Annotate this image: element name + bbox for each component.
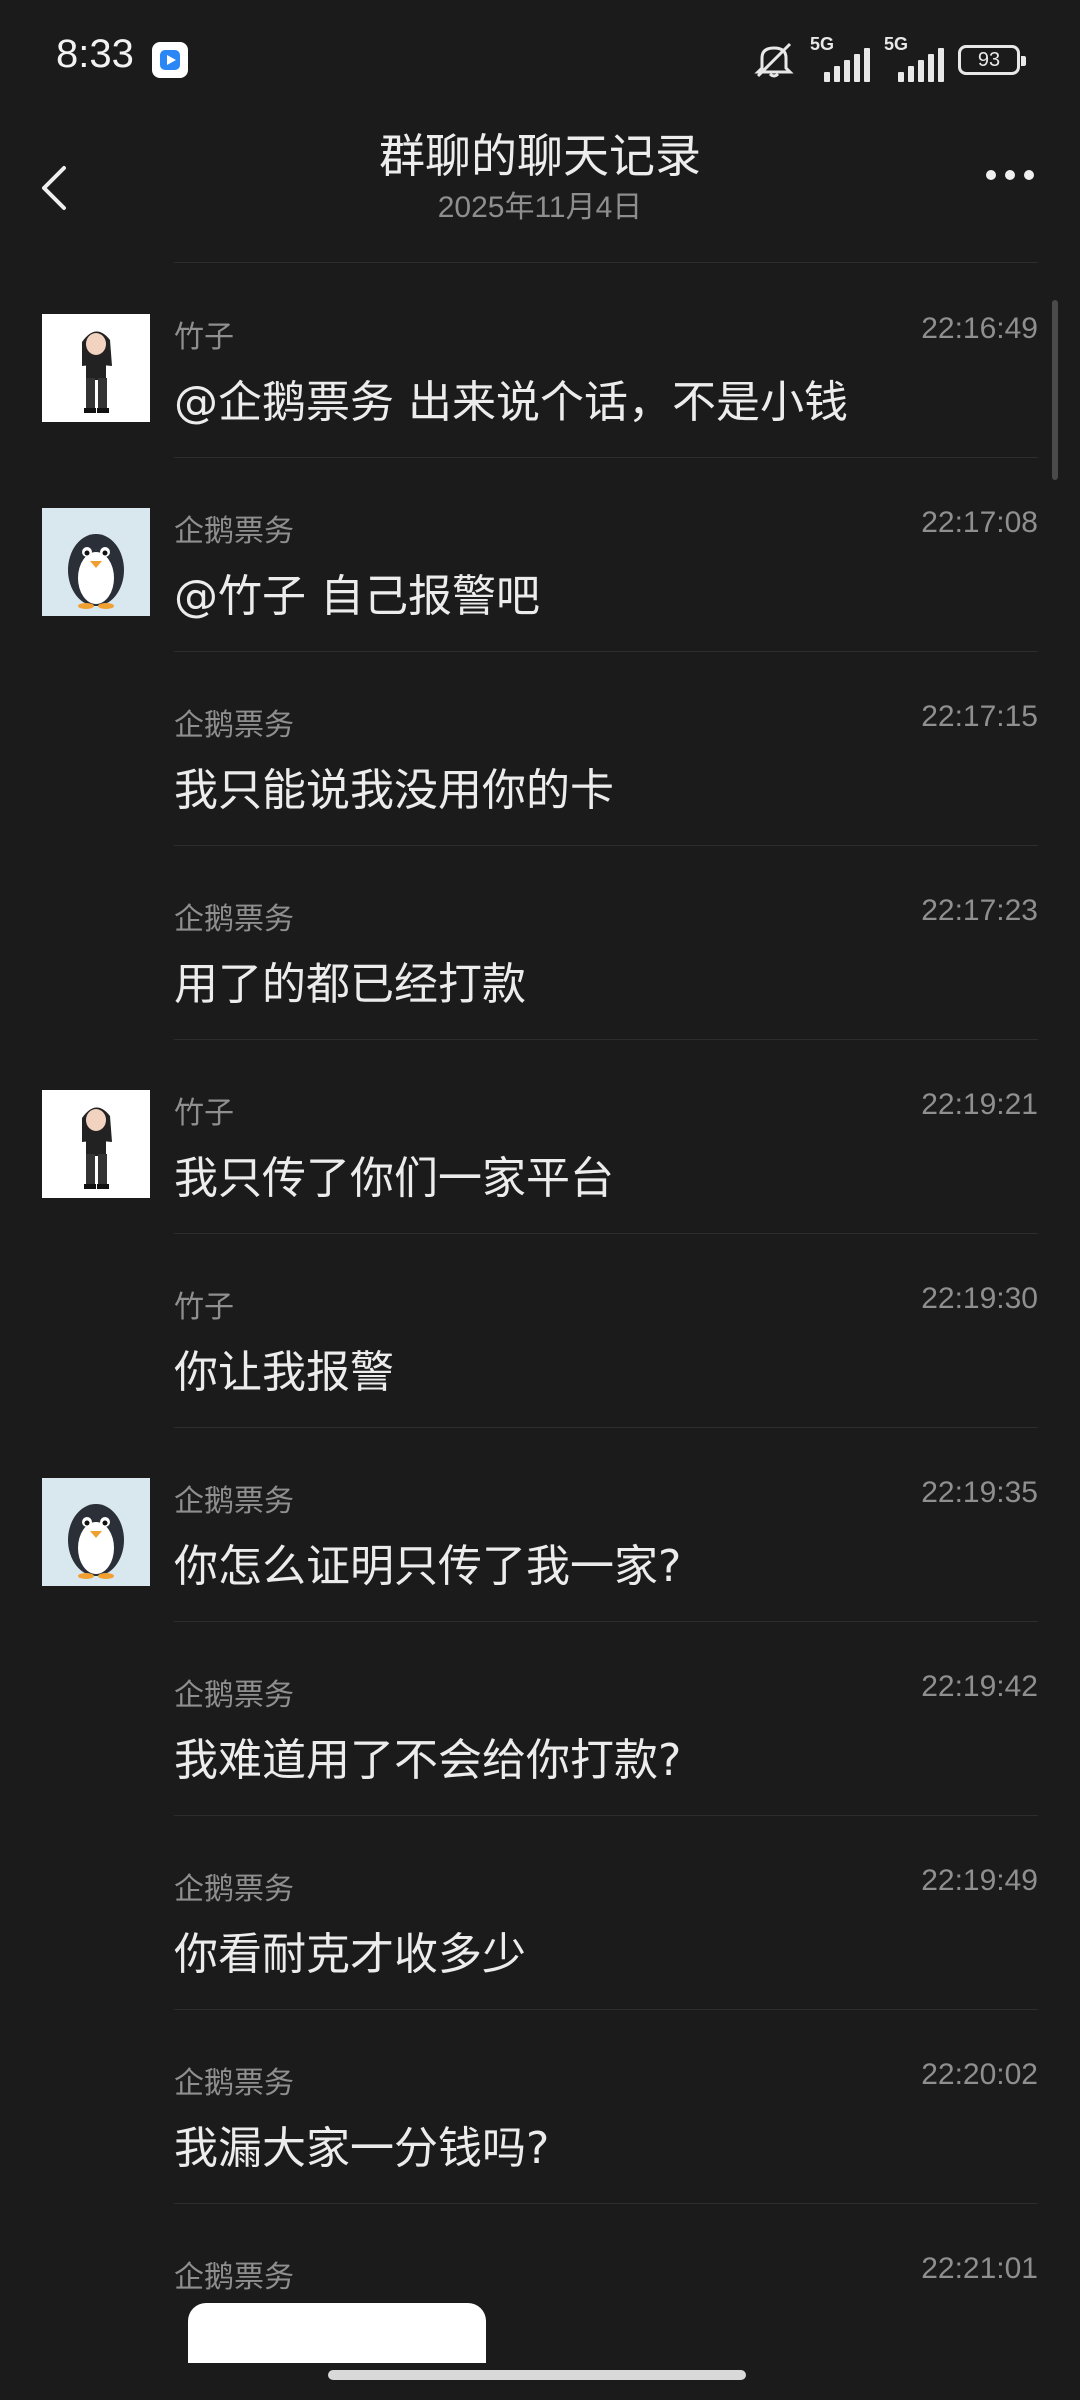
message-list: 竹子 22:16:49 @企鹅票务 出来说个话，不是小钱 企鹅票务 22:17:… (0, 264, 1080, 2398)
message-text: 我只传了你们一家平台 (174, 1153, 614, 1204)
home-indicator[interactable] (328, 2370, 746, 2380)
message-sender: 企鹅票务 (174, 1484, 294, 1519)
status-time: 8:33 (56, 32, 134, 76)
more-options-button[interactable] (970, 150, 1050, 200)
avatar-penguin[interactable] (42, 1478, 150, 1586)
page-title: 群聊的聊天记录 (379, 129, 701, 183)
message-item[interactable]: 企鹅票务 22:19:49 你看耐克才收多少 (0, 1816, 1080, 2010)
message-text: 我只能说我没用你的卡 (174, 765, 614, 816)
message-time: 22:19:49 (921, 1864, 1038, 1897)
message-time: 22:17:23 (921, 894, 1038, 927)
message-sender: 企鹅票务 (174, 514, 294, 549)
message-sender: 企鹅票务 (174, 708, 294, 743)
message-text: 你看耐克才收多少 (174, 1929, 526, 1980)
message-item[interactable]: 企鹅票务 22:21:01 (0, 2204, 1080, 2398)
message-item[interactable]: 竹子 22:19:21 我只传了你们一家平台 (0, 1040, 1080, 1234)
message-sender: 企鹅票务 (174, 2066, 294, 2101)
message-text: @企鹅票务 出来说个话，不是小钱 (174, 377, 848, 428)
divider (174, 262, 1038, 263)
avatar-girl[interactable] (42, 314, 150, 422)
message-sender: 企鹅票务 (174, 2260, 294, 2295)
signal-5g-1-icon: 5G (810, 34, 870, 82)
message-item[interactable]: 竹子 22:19:30 你让我报警 (0, 1234, 1080, 1428)
message-text: 我难道用了不会给你打款? (174, 1735, 682, 1786)
message-text: @竹子 自己报警吧 (174, 571, 540, 622)
avatar-girl[interactable] (42, 1090, 150, 1198)
message-time: 22:17:08 (921, 506, 1038, 539)
message-sender: 企鹅票务 (174, 902, 294, 937)
message-text: 你怎么证明只传了我一家? (174, 1541, 682, 1592)
message-item[interactable]: 企鹅票务 22:19:35 你怎么证明只传了我一家? (0, 1428, 1080, 1622)
message-item[interactable]: 企鹅票务 22:20:02 我漏大家一分钱吗? (0, 2010, 1080, 2204)
header: 群聊的聊天记录 2025年11月4日 (0, 120, 1080, 260)
message-sender: 企鹅票务 (174, 1872, 294, 1907)
message-time: 22:17:15 (921, 700, 1038, 733)
message-text: 用了的都已经打款 (174, 959, 526, 1010)
message-sender: 企鹅票务 (174, 1678, 294, 1713)
message-time: 22:19:42 (921, 1670, 1038, 1703)
message-item[interactable]: 竹子 22:16:49 @企鹅票务 出来说个话，不是小钱 (0, 264, 1080, 458)
message-sender: 竹子 (174, 1290, 234, 1325)
message-time: 22:16:49 (921, 312, 1038, 345)
avatar-penguin[interactable] (42, 508, 150, 616)
message-time: 22:19:35 (921, 1476, 1038, 1509)
message-item[interactable]: 企鹅票务 22:19:42 我难道用了不会给你打款? (0, 1622, 1080, 1816)
message-text: 我漏大家一分钱吗? (174, 2123, 550, 2174)
message-time: 22:19:30 (921, 1282, 1038, 1315)
app-notification-icon (152, 42, 188, 78)
mute-icon (752, 40, 796, 80)
message-item[interactable]: 企鹅票务 22:17:23 用了的都已经打款 (0, 846, 1080, 1040)
battery-icon: 93 (958, 45, 1026, 75)
status-bar: 8:33 5G 5G 93 (0, 0, 1080, 120)
message-item[interactable]: 企鹅票务 22:17:08 @竹子 自己报警吧 (0, 458, 1080, 652)
signal-5g-2-icon: 5G (884, 34, 944, 82)
message-sender: 竹子 (174, 320, 234, 355)
message-item[interactable]: 企鹅票务 22:17:15 我只能说我没用你的卡 (0, 652, 1080, 846)
message-time: 22:21:01 (921, 2252, 1038, 2285)
image-message[interactable] (188, 2303, 486, 2363)
message-sender: 竹子 (174, 1096, 234, 1131)
message-time: 22:20:02 (921, 2058, 1038, 2091)
message-time: 22:19:21 (921, 1088, 1038, 1121)
message-text: 你让我报警 (174, 1347, 394, 1398)
page-date: 2025年11月4日 (437, 191, 643, 224)
